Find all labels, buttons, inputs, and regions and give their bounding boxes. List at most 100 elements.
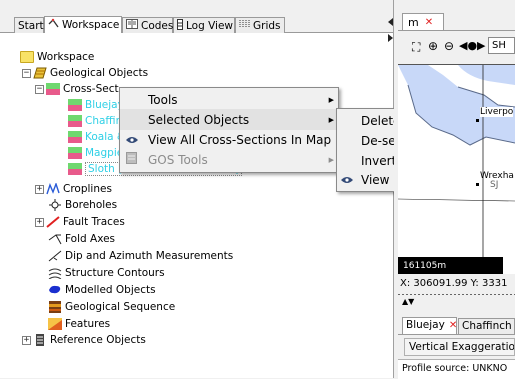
tab-codes-label: Codes [141,19,174,32]
tree-label: Fault Traces [63,216,125,228]
tree-item-koala[interactable]: Koala & [68,129,125,145]
divider [398,294,515,295]
tree-label: Chaffin [85,115,123,127]
context-menu: Tools ▶ Selected Objects ▶ View All Cros… [119,87,339,173]
tab-chaffinch[interactable]: Chaffinch [458,318,515,334]
map-pane: m ✕ ⛶ ⊕ ⊖ ◀●▶ SH Liverpo Wrexha SJ 16110… [394,0,515,379]
tree-item-dip-azimuth[interactable]: Dip and Azimuth Measurements [48,248,233,264]
zoom-in-icon[interactable]: ⊕ [428,39,438,53]
tree-item-workspace[interactable]: Workspace [20,49,94,65]
tree-item-boreholes[interactable]: Boreholes [48,197,117,213]
collapse-icon[interactable]: − [22,68,31,78]
tree-item-geological-sequence[interactable]: Geological Sequence [48,299,175,315]
submenu-arrow-icon: ▶ [328,155,334,164]
tab-codes[interactable]: Codes [122,17,173,33]
tree-item-modelled-objects[interactable]: Modelled Objects [48,282,156,298]
collapse-icon[interactable]: − [35,84,44,94]
cross-section-icon [68,99,82,111]
profile-source: Profile source: UNKNO [398,359,515,379]
menu-item-label: Tools [148,92,178,107]
map-toolbar: ⛶ ⊕ ⊖ ◀●▶ SH [398,30,515,65]
tab-bluejay-label: Bluejay [406,319,445,331]
expand-icon[interactable]: + [35,184,44,194]
submenu-arrow-icon: ▶ [328,95,334,104]
tree-item-cross-sections[interactable]: − Cross-Sect [35,81,119,97]
tree-label: Features [65,318,111,330]
tree-item-geological-objects[interactable]: − Geological Objects [22,65,148,81]
tree-label: Workspace [37,51,95,63]
tree-item-features[interactable]: Features [48,316,110,332]
menu-item-gos-tools[interactable]: GOS Tools ▶ [120,149,338,170]
cross-section-icon [68,131,82,143]
map-label-grid: SJ [490,180,499,190]
tree-item-structure-contours[interactable]: Structure Contours [48,265,165,281]
tab-chaffinch-label: Chaffinch [462,320,512,332]
collapse-toggle-icon[interactable]: ▲▼ [402,297,414,306]
pan-icon[interactable]: ◀●▶ [459,39,486,52]
zoom-out-icon[interactable]: ⊖ [444,39,454,53]
tree-label: Cross-Sect [63,83,119,95]
gos-tools-icon [126,152,137,167]
expand-icon[interactable]: + [35,217,44,227]
splitter-handle[interactable] [387,15,394,45]
modelled-objects-icon [48,284,62,296]
zoom-extent-icon[interactable]: ⛶ [412,40,420,55]
tab-grids[interactable]: Grids [235,17,285,33]
tab-start-label: Start [18,19,44,32]
tree-item-fault-traces[interactable]: + Fault Traces [35,214,125,230]
geological-sequence-icon [48,301,62,313]
tree-label: Fold Axes [65,233,116,245]
close-icon[interactable]: ✕ [449,320,457,331]
tab-bluejay[interactable]: Bluejay ✕ [402,317,457,334]
tree-item-croplines[interactable]: + Croplines [35,181,112,197]
submenu-arrow-icon: ▶ [328,115,334,124]
cross-section-icon [68,115,82,127]
fold-axis-icon [48,233,62,245]
tab-map[interactable]: m ✕ [402,13,444,30]
folder-icon [20,51,34,63]
cross-section-icon [46,83,60,95]
cross-section-icon [68,147,82,159]
tree-item-chaffinch[interactable]: Chaffin [68,113,122,129]
menu-item-selected-objects[interactable]: Selected Objects ▶ [120,109,338,130]
menu-item-tools[interactable]: Tools ▶ [120,89,338,110]
log-view-icon [177,18,183,33]
tree-label: Dip and Azimuth Measurements [65,250,234,262]
tree-label: Structure Contours [65,267,165,279]
map-label-liverpool: Liverpo [480,107,514,117]
grids-icon [239,19,250,32]
tree-item-magpie[interactable]: Magpie [68,145,123,161]
croplines-icon [46,181,60,195]
map-canvas[interactable]: Liverpo Wrexha SJ 161105m [398,64,515,275]
tab-log-view[interactable]: Log View [173,17,235,33]
tree-label: Geological Objects [50,67,149,79]
menu-item-label: Selected Objects [148,112,250,127]
menu-item-label: GOS Tools [148,152,208,167]
section-toolbar: Vertical Exaggeration [398,334,515,359]
map-layer-select[interactable]: SH [488,37,515,54]
expand-icon[interactable]: + [22,335,31,345]
tree-item-reference-objects[interactable]: + Reference Objects [22,332,146,348]
tree-item-bluejay[interactable]: Bluejay [68,97,124,113]
menu-item-label: View All Cross-Sections In Map [148,132,332,147]
close-icon[interactable]: ✕ [425,17,433,28]
geological-objects-icon [33,67,47,79]
tree-label: Reference Objects [50,334,146,346]
tab-log-view-label: Log View [186,19,234,32]
structure-contours-icon [48,267,62,280]
eye-icon [341,173,353,187]
tree-label: Magpie [85,147,124,159]
tab-start[interactable]: Start [14,17,44,33]
menu-item-view-all-cross-sections[interactable]: View All Cross-Sections In Map [120,129,338,150]
tab-workspace[interactable]: Workspace [44,16,122,33]
tab-map-label: m [408,15,419,29]
vertical-exaggeration-button[interactable]: Vertical Exaggeration [404,338,515,356]
tree-label: Modelled Objects [65,284,156,296]
codes-icon [126,19,138,32]
borehole-icon [48,199,62,211]
map-land-shape [398,65,515,275]
coordinate-readout: X: 306091.99 Y: 3331 [398,274,515,294]
workspace-pane: Start Workspace Codes Log View Grids Wor… [0,0,484,378]
tree-item-fold-axes[interactable]: Fold Axes [48,231,115,247]
scale-bar: 161105m [398,257,503,275]
